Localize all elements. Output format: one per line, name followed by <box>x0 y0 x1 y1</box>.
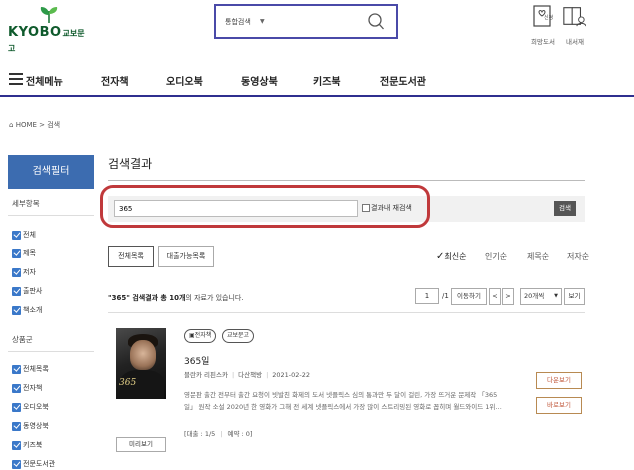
checkbox-checked-icon[interactable] <box>12 305 21 315</box>
filter-product-all[interactable]: 전체목록 <box>12 363 49 375</box>
filter-product-ebook[interactable]: 전자책 <box>12 382 42 394</box>
sort-author[interactable]: 저자순 <box>567 251 589 262</box>
per-page-select[interactable]: 20개씩 ▼ <box>520 288 562 305</box>
my-library-icon[interactable] <box>562 3 586 29</box>
read-now-button[interactable]: 바로보기 <box>536 397 582 414</box>
result-count: "365" 검색결과 총 10개의 자료가 있습니다. <box>108 294 244 302</box>
nav-special-library[interactable]: 전문도서관 <box>380 73 426 88</box>
checkbox-checked-icon[interactable] <box>12 421 21 431</box>
move-page-button[interactable]: 이동하기 <box>451 288 487 305</box>
checkbox-checked-icon[interactable] <box>12 230 21 240</box>
chevron-down-icon: ▼ <box>554 293 558 299</box>
sort-popular[interactable]: 인기순 <box>485 251 507 262</box>
book-author: 블란카 리핀스카 <box>184 371 228 379</box>
filter-detail-title[interactable]: 제목 <box>12 247 36 259</box>
checkbox-checked-icon[interactable] <box>12 402 21 412</box>
checkbox-checked-icon[interactable] <box>12 267 21 277</box>
wishlist-label[interactable]: 희망도서 <box>531 36 555 46</box>
nav-videobook[interactable]: 동영상북 <box>241 73 278 88</box>
filter-product-audiobook[interactable]: 오디오북 <box>12 401 49 413</box>
page-total: /1 <box>442 292 449 300</box>
book-description: 영문판 출간 전부터 출간 요청이 빗발친 화제의 도서 넷플릭스 심의 통과만… <box>184 391 502 411</box>
divider <box>108 312 585 313</box>
sort-latest[interactable]: ✓최신순 <box>436 251 466 262</box>
book-publisher: 다산책방 <box>238 371 263 379</box>
filter-product-kidsbook[interactable]: 키즈북 <box>12 439 42 451</box>
page-title: 검색결과 <box>108 157 153 171</box>
filter-product-special[interactable]: 전문도서관 <box>12 458 55 470</box>
sort-title[interactable]: 제목순 <box>527 251 549 262</box>
filter-section-product-title: 상품군 <box>8 334 94 352</box>
checkbox-checked-icon[interactable] <box>12 364 21 374</box>
tab-all-list[interactable]: 전체목록 <box>108 246 154 267</box>
filter-detail-intro[interactable]: 책소개 <box>12 304 42 316</box>
wishlist-badge: 신청 <box>544 15 554 21</box>
publisher-badge: 교보문고 <box>222 329 255 343</box>
book-cover[interactable]: 365 <box>116 328 166 399</box>
book-title[interactable]: 365일 <box>184 354 209 367</box>
page-number-input[interactable]: 1 <box>415 288 439 304</box>
filter-section-detail-title: 세부항목 <box>8 198 94 216</box>
checkbox-checked-icon[interactable] <box>12 286 21 296</box>
filter-detail-author[interactable]: 저자 <box>12 266 36 278</box>
checkbox-checked-icon[interactable] <box>12 248 21 258</box>
chevron-down-icon: ▼ <box>260 18 265 25</box>
divider <box>108 180 585 181</box>
search-button[interactable]: 검색 <box>554 201 576 216</box>
cover-title-text: 365 <box>119 378 137 388</box>
nav-ebook[interactable]: 전자책 <box>101 73 129 88</box>
my-library-label[interactable]: 내서재 <box>566 36 584 46</box>
next-page-button[interactable]: > <box>502 288 514 305</box>
home-icon[interactable]: ⌂ <box>9 121 13 129</box>
filter-detail-all[interactable]: 전체 <box>12 229 36 241</box>
tab-loanable-list[interactable]: 대출가능목록 <box>158 246 214 267</box>
ebook-badge: ▣전자책 <box>184 329 217 343</box>
checkbox-checked-icon[interactable] <box>12 459 21 469</box>
filter-detail-publisher[interactable]: 출판사 <box>12 285 42 297</box>
nav-all-menu[interactable]: 전체메뉴 <box>26 73 63 88</box>
nav-kidsbook[interactable]: 키즈북 <box>313 73 341 88</box>
search-icon[interactable] <box>366 12 386 32</box>
leaf-logo-icon <box>40 7 58 24</box>
nav-audiobook[interactable]: 오디오북 <box>166 73 203 88</box>
checkbox-checked-icon[interactable] <box>12 383 21 393</box>
breadcrumb-text[interactable]: HOME > 검색 <box>16 121 60 129</box>
download-view-button[interactable]: 다운보기 <box>536 372 582 389</box>
kyobo-logo[interactable]: KYOBO교보문고 <box>8 6 88 53</box>
logo-wordmark: KYOBO교보문고 <box>8 25 85 53</box>
filter-product-videobook[interactable]: 동영상북 <box>12 420 49 432</box>
prev-page-button[interactable]: < <box>489 288 501 305</box>
book-meta: 블란카 리핀스카 | 다산책방 | 2021-02-22 <box>184 371 311 379</box>
breadcrumb: ⌂ HOME > 검색 <box>9 120 60 130</box>
global-search-box[interactable]: 통합검색 ▼ <box>214 4 398 39</box>
preview-button[interactable]: 미리보기 <box>116 437 166 452</box>
search-scope-select[interactable]: 통합검색 <box>225 17 251 27</box>
checkbox-checked-icon[interactable] <box>12 440 21 450</box>
highlight-annotation <box>100 185 430 228</box>
view-button[interactable]: 보기 <box>564 288 585 305</box>
main-nav: 전체메뉴 전자책 오디오북 동영상북 키즈북 전문도서관 <box>0 63 634 97</box>
book-loan-status: [대출 : 1/5 | 예약 : 0] <box>184 430 253 438</box>
hamburger-menu-icon[interactable] <box>9 73 23 85</box>
filter-header: 검색필터 <box>8 155 94 189</box>
book-date: 2021-02-22 <box>272 371 311 379</box>
